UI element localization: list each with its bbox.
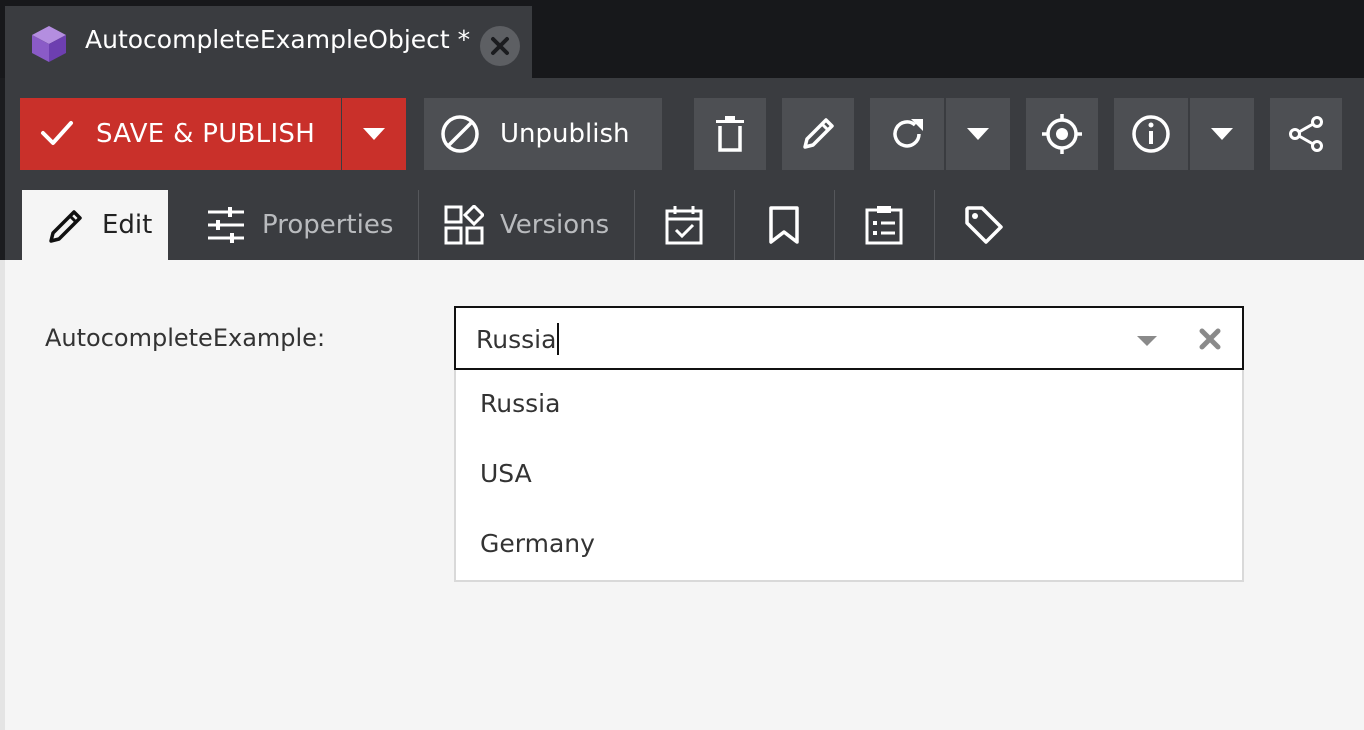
- caret-down-icon: [1211, 128, 1233, 140]
- rename-button[interactable]: [782, 98, 854, 170]
- share-icon: [1289, 116, 1323, 152]
- caret-down-icon: [363, 128, 385, 140]
- save-options-button[interactable]: [342, 98, 406, 170]
- dropdown-option[interactable]: USA: [480, 459, 532, 488]
- reload-options-button[interactable]: [946, 98, 1010, 170]
- clear-icon[interactable]: [1199, 328, 1221, 350]
- tab-versions[interactable]: Versions: [427, 190, 633, 260]
- trash-icon: [716, 116, 744, 152]
- check-icon: [41, 121, 73, 145]
- document-tab-title: AutocompleteExampleObject *: [85, 25, 471, 54]
- autocomplete-input-value: Russia: [476, 325, 557, 354]
- edit-panel: AutocompleteExample: Russia Russia USA G…: [5, 260, 1364, 730]
- document-tab[interactable]: AutocompleteExampleObject *: [5, 6, 532, 78]
- bookmark-icon: [769, 206, 799, 244]
- close-tab-button[interactable]: [480, 26, 520, 66]
- caret-down-icon[interactable]: [1136, 335, 1158, 347]
- tab-edit[interactable]: Edit: [22, 190, 168, 260]
- share-button[interactable]: [1270, 98, 1342, 170]
- shapes-icon: [444, 205, 484, 245]
- pencil-icon: [49, 210, 82, 243]
- sliders-icon: [208, 207, 244, 243]
- tab-properties-label: Properties: [262, 210, 394, 240]
- tab-properties[interactable]: Properties: [190, 190, 418, 260]
- tab-schedule[interactable]: [635, 190, 733, 260]
- target-icon: [1042, 114, 1082, 154]
- info-options-button[interactable]: [1190, 98, 1254, 170]
- save-publish-label: SAVE & PUBLISH: [96, 119, 316, 149]
- autocomplete-combobox[interactable]: Russia: [454, 306, 1244, 370]
- reload-icon: [893, 119, 923, 148]
- close-icon: [491, 37, 509, 55]
- toolbar: SAVE & PUBLISH Unpublish Edit Properties…: [5, 78, 1364, 260]
- tag-icon: [965, 206, 1003, 244]
- unpublish-icon: [441, 115, 479, 153]
- tab-divider: [418, 190, 419, 260]
- autocomplete-dropdown: Russia USA Germany: [454, 370, 1244, 582]
- save-publish-button[interactable]: SAVE & PUBLISH: [20, 98, 341, 170]
- calendar-check-icon: [665, 206, 703, 245]
- unpublish-label: Unpublish: [500, 119, 630, 149]
- pencil-icon: [803, 118, 834, 149]
- caret-down-icon: [967, 128, 989, 140]
- cube-icon: [32, 26, 66, 62]
- delete-button[interactable]: [694, 98, 766, 170]
- dropdown-option[interactable]: Russia: [480, 389, 560, 418]
- autocomplete-field-label: AutocompleteExample:: [45, 324, 326, 352]
- reload-button[interactable]: [870, 98, 944, 170]
- unpublish-button[interactable]: Unpublish: [424, 98, 662, 170]
- tab-bookmarks[interactable]: [735, 190, 833, 260]
- tab-edit-label: Edit: [102, 210, 153, 240]
- info-icon: [1132, 115, 1170, 153]
- text-cursor: [557, 323, 560, 355]
- dropdown-option[interactable]: Germany: [480, 529, 595, 558]
- tab-tasks[interactable]: [835, 190, 933, 260]
- info-button[interactable]: [1114, 98, 1188, 170]
- locate-button[interactable]: [1026, 98, 1098, 170]
- autocomplete-input[interactable]: Russia: [476, 323, 560, 357]
- tab-versions-label: Versions: [500, 210, 610, 240]
- tab-tags[interactable]: [935, 190, 1033, 260]
- clipboard-list-icon: [865, 206, 903, 245]
- top-tab-strip: AutocompleteExampleObject *: [0, 0, 1364, 78]
